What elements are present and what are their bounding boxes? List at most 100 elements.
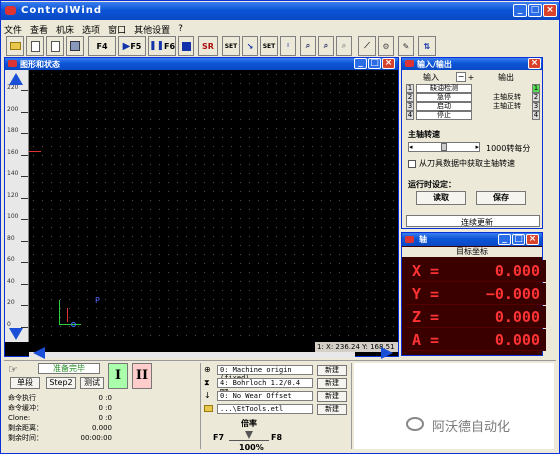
output-label[interactable]: 主轴反转	[484, 93, 530, 102]
minus-button[interactable]: −	[456, 72, 466, 82]
sort-button[interactable]: ⇅	[418, 36, 436, 56]
scroll-left-icon[interactable]	[33, 347, 45, 359]
cursor-z-line	[67, 308, 68, 322]
checkbox-box[interactable]	[408, 159, 416, 168]
input-tab[interactable]: 输入	[406, 72, 456, 83]
test-button[interactable]: 测试	[80, 377, 104, 389]
read-button[interactable]: 读取	[416, 191, 466, 205]
run-f5-button[interactable]: ▶ F5	[118, 36, 146, 56]
zoom-fit-button[interactable]: ⌕	[336, 36, 352, 56]
plot-area[interactable]	[29, 70, 398, 342]
scroll-down-icon[interactable]	[9, 328, 23, 340]
zoom-out-button[interactable]: ⌕	[318, 36, 334, 56]
tool-button[interactable]: ✎	[398, 36, 414, 56]
origin-select[interactable]: 0: Machine origin (fixed)	[217, 365, 313, 382]
tools-new-button[interactable]: 新建	[317, 404, 347, 415]
f4-button[interactable]: F4	[88, 36, 116, 56]
tools-file[interactable]: ...\EtTools.etl	[217, 404, 313, 414]
y-tick-label: 160	[7, 148, 19, 156]
continuous-update-toggle[interactable]: 连续更新	[406, 215, 540, 227]
info-key: 命令执行	[8, 394, 36, 402]
wear-select[interactable]: 0: No Wear Offset	[217, 391, 313, 401]
step2-button[interactable]: Step2	[46, 377, 76, 389]
f5-label: F5	[130, 41, 142, 51]
output-label[interactable]: 主轴正转	[484, 102, 530, 111]
scroll-up-icon[interactable]	[9, 73, 23, 85]
slider-thumb[interactable]	[441, 143, 447, 151]
output-tab[interactable]: 输出	[476, 72, 536, 83]
graphic-minimize-button[interactable]: _	[354, 58, 367, 69]
set-arrow-button[interactable]: ↘	[242, 36, 258, 56]
minimize-button[interactable]: _	[513, 4, 527, 17]
set2-button[interactable]: SET	[260, 36, 278, 56]
io-list: 1 缺油检测 1 2 急停 主轴反转 2 3 启动 主轴正转 3 4 停止 4	[406, 84, 540, 124]
rate-slider-thumb[interactable]	[245, 431, 253, 439]
tool-select[interactable]: 4: Bohrloch 1.2/0.4 mm	[217, 378, 313, 395]
y-tick-mark	[21, 305, 28, 306]
axes-window: 轴 _ □ × 目标坐标 X = 0.000 Y = −0.000 Z = 0.000 A …	[401, 232, 546, 356]
input-label[interactable]: 启动	[416, 102, 472, 111]
stop-button[interactable]	[178, 36, 194, 56]
close-button[interactable]: ×	[543, 4, 557, 17]
output-number: 1	[532, 84, 540, 93]
set-button[interactable]: SET	[222, 36, 240, 56]
plus-button[interactable]: +	[466, 73, 476, 82]
stop-ii-button[interactable]: II	[132, 363, 152, 389]
page-button[interactable]	[46, 36, 64, 56]
tool-select-icon: ⧗	[204, 378, 210, 387]
settings-button[interactable]: ⚙	[378, 36, 394, 56]
input-label[interactable]: 停止	[416, 111, 472, 120]
cursor-circle	[71, 322, 76, 327]
axes-close-button[interactable]: ×	[526, 234, 539, 245]
graphic-title-bar[interactable]: 图形和状态 _ □ ×	[5, 58, 398, 70]
origin-new-button[interactable]: 新建	[317, 365, 347, 376]
rate-slider[interactable]	[229, 431, 269, 441]
save-button[interactable]: 保存	[476, 191, 526, 205]
axes-minimize-button[interactable]: _	[498, 234, 511, 245]
io-close-button[interactable]: ×	[528, 58, 541, 69]
axes-window-icon	[405, 236, 414, 243]
measure-button[interactable]: ⟋	[358, 36, 376, 56]
info-key: Clone:	[8, 414, 31, 422]
sr-button[interactable]: SR	[198, 36, 218, 56]
axes-maximize-button[interactable]: □	[512, 234, 525, 245]
graphic-close-button[interactable]: ×	[382, 58, 395, 69]
input-label[interactable]: 缺油检测	[416, 84, 472, 93]
new-file-button[interactable]	[26, 36, 44, 56]
menu-item-4[interactable]: 窗口	[108, 23, 126, 36]
menu-item-2[interactable]: 机床	[56, 23, 74, 36]
input-label[interactable]: 急停	[416, 93, 472, 102]
menu-item-1[interactable]: 查看	[30, 23, 48, 36]
single-step-button[interactable]: 单段	[10, 377, 40, 389]
tool-new-button[interactable]: 新建	[317, 378, 347, 389]
tool-icon: ✎	[402, 41, 410, 51]
axes-title-bar[interactable]: 轴 _ □ ×	[402, 233, 542, 246]
menu-item-0[interactable]: 文件	[4, 23, 22, 36]
probe-button[interactable]: ᛌ	[280, 36, 296, 56]
axis-row-a: A = 0.000	[406, 329, 546, 351]
graphic-maximize-button[interactable]: □	[368, 58, 381, 69]
menu-item-6[interactable]: ?	[178, 24, 183, 34]
axis-name: X =	[412, 262, 440, 280]
info-value: 0 :0	[98, 414, 113, 422]
probe-icon: ᛌ	[285, 41, 291, 51]
pause-f6-button[interactable]: ❚❚ F6	[148, 36, 176, 56]
app-title-bar[interactable]: ControlWind _ □ ×	[1, 2, 559, 20]
y-tick-label: 80	[7, 234, 15, 242]
slider-right-icon[interactable]: ▸	[475, 143, 479, 151]
disk-button[interactable]	[66, 36, 84, 56]
io-title-bar[interactable]: 输入/输出 ×	[402, 58, 542, 70]
zoom-in-button[interactable]: ⌕	[300, 36, 316, 56]
menu-item-3[interactable]: 选项	[82, 23, 100, 36]
maximize-button[interactable]: □	[528, 4, 542, 17]
wear-new-button[interactable]: 新建	[317, 391, 347, 402]
spindle-slider[interactable]: ◂ ▸	[408, 142, 480, 152]
slider-left-icon[interactable]: ◂	[409, 143, 413, 151]
input-number: 4	[406, 111, 414, 120]
scroll-right-icon[interactable]	[381, 347, 393, 359]
start-i-button[interactable]: I	[108, 363, 128, 389]
from-tool-checkbox[interactable]: 从刀具数据中获取主轴转速	[408, 158, 515, 169]
menu-item-5[interactable]: 其他设置	[134, 23, 170, 36]
open-file-button[interactable]	[6, 36, 24, 56]
input-number: 3	[406, 102, 414, 111]
